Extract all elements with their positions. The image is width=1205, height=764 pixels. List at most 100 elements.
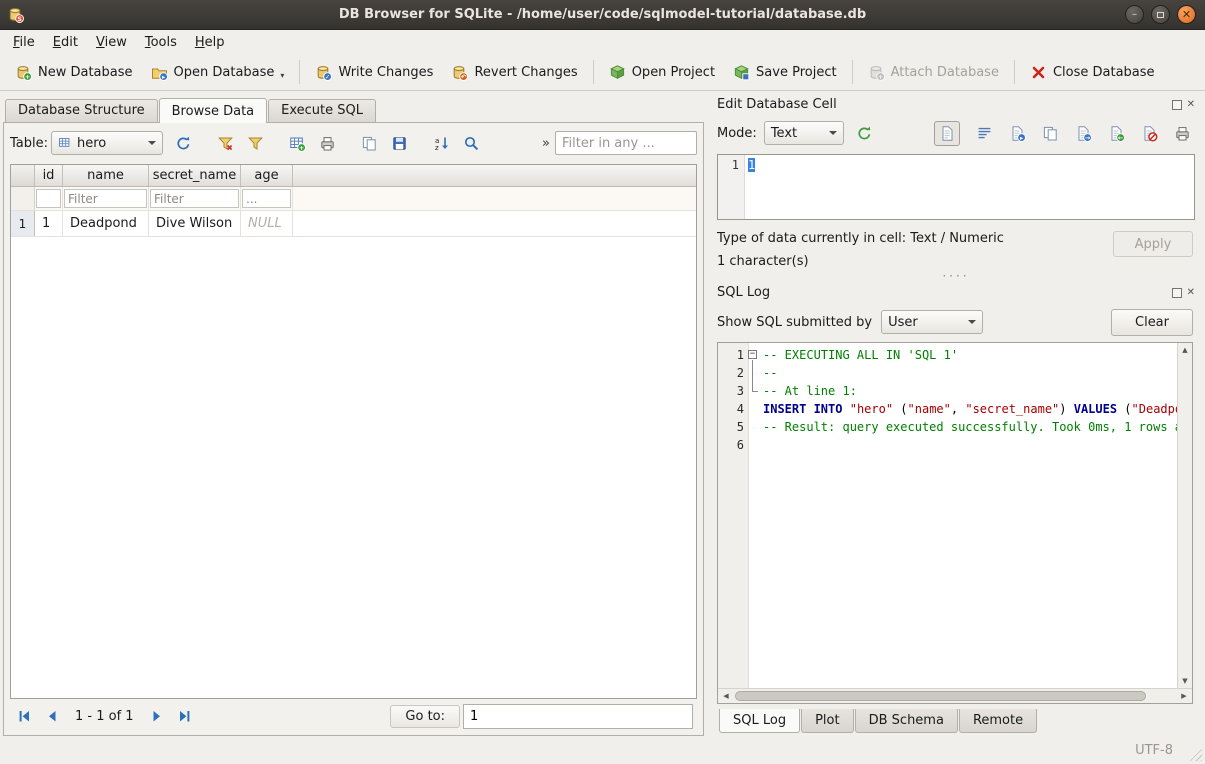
save-project-button[interactable]: Save Project (725, 59, 845, 86)
menu-edit[interactable]: Edit (45, 32, 86, 53)
print-records-button[interactable] (314, 131, 341, 155)
menu-help[interactable]: Help (187, 32, 233, 53)
scroll-down-icon[interactable]: ▼ (1178, 674, 1192, 688)
log-line-text: -- EXECUTING ALL IN 'SQL 1' (763, 346, 1177, 364)
sort-records-button[interactable]: az (428, 131, 455, 155)
save-table-button[interactable] (386, 131, 413, 155)
dock-close-icon[interactable]: ✕ (1187, 288, 1195, 298)
next-record-button[interactable] (144, 705, 169, 728)
first-record-button[interactable] (12, 705, 37, 728)
prev-record-button[interactable] (40, 705, 65, 728)
log-vertical-scrollbar[interactable]: ▲ ▼ (1177, 343, 1192, 688)
filter-row-corner (11, 187, 35, 210)
column-header-secret_name[interactable]: secret_name (149, 165, 241, 186)
close-button[interactable]: ✕ (1177, 5, 1196, 24)
print-cell-button[interactable] (1169, 121, 1195, 146)
tab-execute-sql[interactable]: Execute SQL (268, 99, 376, 122)
open-database-button-label: Open Database (174, 65, 275, 80)
table-combo[interactable]: hero (51, 131, 163, 155)
dock-close-icon[interactable]: ✕ (1187, 100, 1195, 110)
dock-splitter-handle[interactable]: ···· (717, 269, 1195, 282)
scroll-up-icon[interactable]: ▲ (1178, 343, 1192, 357)
column-header-age[interactable]: age (241, 165, 293, 186)
close-database-button[interactable]: Close Database (1022, 59, 1163, 86)
submitted-by-combo[interactable]: User (881, 310, 983, 334)
fold-marker-icon[interactable]: − (744, 346, 763, 364)
clear-filters-button[interactable] (212, 131, 239, 155)
table-row[interactable]: 11DeadpondDive WilsonNULL (11, 211, 696, 237)
last-record-button[interactable] (172, 705, 197, 728)
data-grid[interactable]: idnamesecret_nameage 11DeadpondDive Wils… (10, 164, 697, 699)
minimize-button[interactable]: – (1125, 5, 1144, 24)
goto-button[interactable]: Go to: (390, 705, 460, 728)
save-filter-button[interactable] (242, 131, 269, 155)
log-horizontal-scrollbar[interactable]: ◀ ▶ (718, 688, 1192, 703)
bottom-tab-plot[interactable]: Plot (801, 709, 854, 733)
export-cell-button[interactable]: → (1070, 121, 1096, 146)
copy-cell-button[interactable] (1037, 121, 1063, 146)
cell-editor[interactable]: 1 1 (717, 154, 1195, 220)
scroll-right-icon[interactable]: ▶ (1176, 689, 1192, 703)
filter-any-input[interactable] (555, 131, 697, 155)
menu-file[interactable]: File (5, 32, 43, 53)
filter-input-id[interactable] (36, 189, 61, 208)
word-wrap-button[interactable] (971, 121, 997, 146)
filter-input-name[interactable] (64, 189, 147, 208)
cell-name[interactable]: Deadpond (63, 211, 149, 236)
write-changes-button[interactable]: ✓Write Changes (307, 59, 441, 86)
table-label: Table: (10, 136, 48, 151)
refresh-table-button[interactable] (170, 131, 197, 155)
dropdown-arrow-icon[interactable]: ▾ (280, 71, 284, 81)
scroll-left-icon[interactable]: ◀ (718, 689, 734, 703)
open-project-button[interactable]: Open Project (601, 59, 723, 86)
goto-input[interactable] (463, 704, 693, 729)
filter-input-secret_name[interactable] (150, 189, 239, 208)
find-record-button[interactable] (458, 131, 485, 155)
edit-cell-toolbar: Mode: Text ▸→← (717, 118, 1195, 148)
bottom-tab-db-schema[interactable]: DB Schema (855, 709, 958, 733)
filter-input-age[interactable] (242, 189, 291, 208)
cell-secret_name[interactable]: Dive Wilson (149, 211, 241, 236)
log-lines: 1−-- EXECUTING ALL IN 'SQL 1'2--3-- At l… (718, 343, 1177, 454)
new-database-button[interactable]: +New Database (7, 59, 141, 86)
import-cell-button[interactable]: ← (1103, 121, 1129, 146)
app-icon: S (7, 6, 25, 24)
dock-float-icon[interactable] (1172, 288, 1182, 298)
column-header-name[interactable]: name (63, 165, 149, 186)
set-null-button[interactable] (1136, 121, 1162, 146)
cell-age[interactable]: NULL (241, 211, 293, 236)
apply-button[interactable]: Apply (1113, 231, 1193, 257)
fold-collapse-icon[interactable]: − (748, 350, 757, 359)
cube-open-icon (609, 64, 626, 81)
revert-changes-button[interactable]: ↶Revert Changes (443, 59, 585, 86)
copy-record-button[interactable] (356, 131, 383, 155)
clear-log-button[interactable]: Clear (1111, 309, 1193, 336)
tab-database-structure[interactable]: Database Structure (5, 99, 158, 122)
scroll-track[interactable] (734, 689, 1176, 703)
resize-grip-icon[interactable] (1188, 747, 1202, 761)
cell-id[interactable]: 1 (35, 211, 63, 236)
editor-content[interactable]: 1 (745, 155, 1194, 219)
new-record-button[interactable]: + (284, 131, 311, 155)
menu-view[interactable]: View (88, 32, 135, 53)
encoding-label: UTF-8 (1135, 743, 1173, 758)
open-database-button[interactable]: ▸Open Database▾ (143, 59, 293, 86)
toolbar-overflow-chevron[interactable]: » (540, 136, 552, 151)
scroll-thumb[interactable] (735, 691, 1146, 701)
open-file-button[interactable]: ▸ (1004, 121, 1030, 146)
menu-tools[interactable]: Tools (137, 32, 185, 53)
right-pane: Edit Database Cell ✕ Mode: Text ▸→← 1 1 (707, 91, 1205, 736)
maximize-button[interactable] (1151, 5, 1170, 24)
refresh-cell-button[interactable] (851, 121, 878, 145)
maximize-icon (1157, 12, 1164, 18)
filter-cell (149, 187, 241, 210)
bottom-tab-remote[interactable]: Remote (959, 709, 1037, 733)
text-mode-button[interactable] (934, 121, 960, 146)
scroll-track[interactable] (1178, 357, 1192, 674)
tab-browse-data[interactable]: Browse Data (159, 98, 268, 123)
column-header-id[interactable]: id (35, 165, 63, 186)
sql-log-view[interactable]: 1−-- EXECUTING ALL IN 'SQL 1'2--3-- At l… (717, 342, 1193, 704)
mode-combo[interactable]: Text (764, 121, 844, 145)
dock-float-icon[interactable] (1172, 100, 1182, 110)
bottom-tab-sql-log[interactable]: SQL Log (719, 709, 800, 733)
